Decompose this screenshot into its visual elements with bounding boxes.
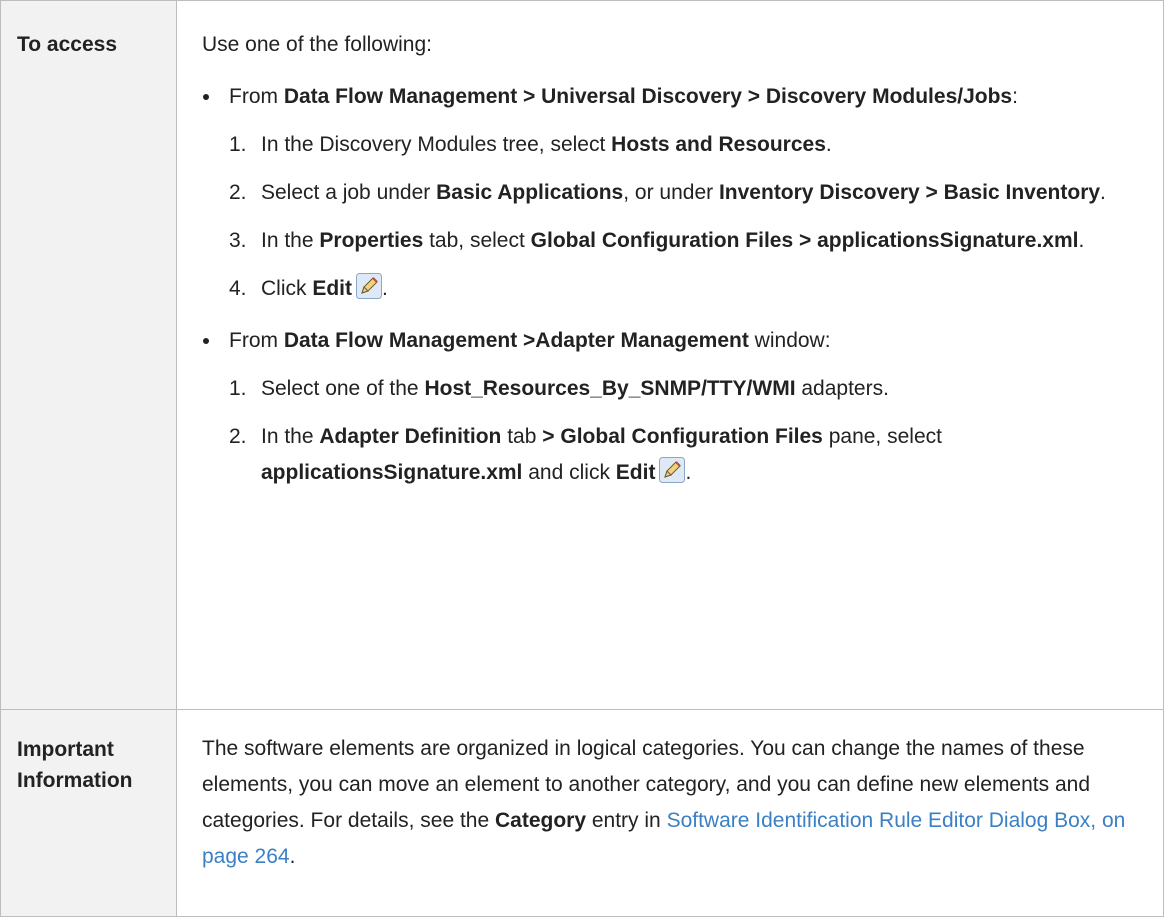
access-intro: Use one of the following: xyxy=(202,33,432,56)
pencil-edit-icon xyxy=(356,273,383,299)
list-item: 2. In the Adapter Definition tab > Globa… xyxy=(229,425,942,484)
adapter-management-steps: 1. Select one of the Host_Resources_By_S… xyxy=(202,371,1163,491)
info-content: The software elements are organized in l… xyxy=(176,709,1164,917)
access-content: Use one of the following: From Data Flow… xyxy=(176,0,1164,710)
path-universal-discovery: From Data Flow Management > Universal Di… xyxy=(202,79,1163,115)
list-item: 3. In the Properties tab, select Global … xyxy=(229,229,1085,252)
pencil-edit-icon xyxy=(659,457,686,483)
info-row: Important Information The software elemen… xyxy=(0,709,1164,917)
access-info-table: To access Use one of the following: From… xyxy=(0,0,1164,917)
access-row: To access Use one of the following: From… xyxy=(0,0,1164,710)
universal-discovery-steps: 1. In the Discovery Modules tree, select… xyxy=(202,127,1163,307)
list-item: 1. In the Discovery Modules tree, select… xyxy=(229,133,832,156)
list-item: 4. Click Edit. xyxy=(229,271,1163,307)
info-label: Important Information xyxy=(0,709,177,917)
list-item: 2. Select a job under Basic Applications… xyxy=(229,181,1106,204)
access-label: To access xyxy=(0,0,177,710)
path-adapter-management: From Data Flow Management >Adapter Manag… xyxy=(202,323,1163,359)
list-item: 1. Select one of the Host_Resources_By_S… xyxy=(229,377,889,400)
info-text: The software elements are organized in l… xyxy=(202,737,1126,868)
